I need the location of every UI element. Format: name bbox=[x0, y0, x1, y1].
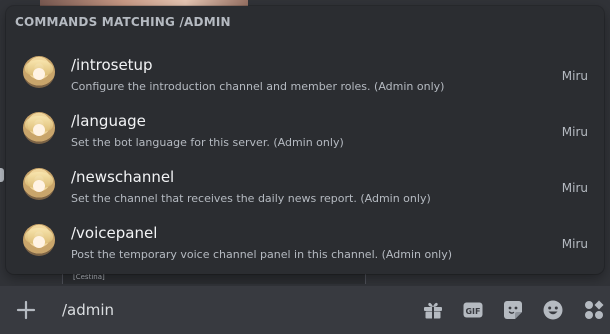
unread-indicator bbox=[0, 168, 4, 182]
command-description: Set the channel that receives the daily … bbox=[71, 192, 431, 205]
bot-avatar bbox=[23, 224, 55, 256]
avatar-face bbox=[33, 236, 45, 248]
command-autocomplete-popup: COMMANDS MATCHING /ADMIN /introsetup Con… bbox=[6, 6, 604, 274]
plus-icon[interactable] bbox=[14, 298, 38, 322]
command-source: Miru bbox=[561, 237, 588, 251]
autocomplete-header: COMMANDS MATCHING /ADMIN bbox=[15, 15, 231, 29]
command-source: Miru bbox=[561, 69, 588, 83]
command-item-newschannel[interactable]: /newschannel Set the channel that receiv… bbox=[6, 154, 604, 210]
avatar-face bbox=[33, 68, 45, 80]
command-name: /language bbox=[71, 112, 146, 130]
command-item-voicepanel[interactable]: /voicepanel Post the temporary voice cha… bbox=[6, 210, 604, 266]
command-description: Configure the introduction channel and m… bbox=[71, 80, 445, 93]
command-item-introsetup[interactable]: /introsetup Configure the introduction c… bbox=[6, 42, 604, 98]
bot-avatar bbox=[23, 56, 55, 88]
bot-avatar bbox=[23, 112, 55, 144]
emoji-icon[interactable] bbox=[541, 298, 565, 322]
bot-avatar bbox=[23, 168, 55, 200]
apps-icon[interactable] bbox=[582, 298, 606, 322]
message-input[interactable] bbox=[62, 298, 402, 322]
avatar-face bbox=[33, 180, 45, 192]
command-source: Miru bbox=[561, 181, 588, 195]
gif-icon[interactable]: GIF bbox=[461, 298, 485, 322]
command-item-language[interactable]: /language Set the bot language for this … bbox=[6, 98, 604, 154]
avatar-face bbox=[33, 124, 45, 136]
command-source: Miru bbox=[561, 125, 588, 139]
command-description: Post the temporary voice channel panel i… bbox=[71, 248, 453, 261]
command-name: /newschannel bbox=[71, 168, 175, 186]
gif-glyph: GIF bbox=[465, 307, 480, 316]
message-composer: GIF bbox=[0, 286, 610, 334]
gift-icon[interactable] bbox=[421, 298, 445, 322]
command-name: /introsetup bbox=[71, 56, 153, 74]
embed-label: [Čeština] bbox=[73, 273, 105, 281]
command-description: Set the bot language for this server. (A… bbox=[71, 136, 344, 149]
command-name: /voicepanel bbox=[71, 224, 158, 242]
sticker-icon[interactable] bbox=[501, 298, 525, 322]
